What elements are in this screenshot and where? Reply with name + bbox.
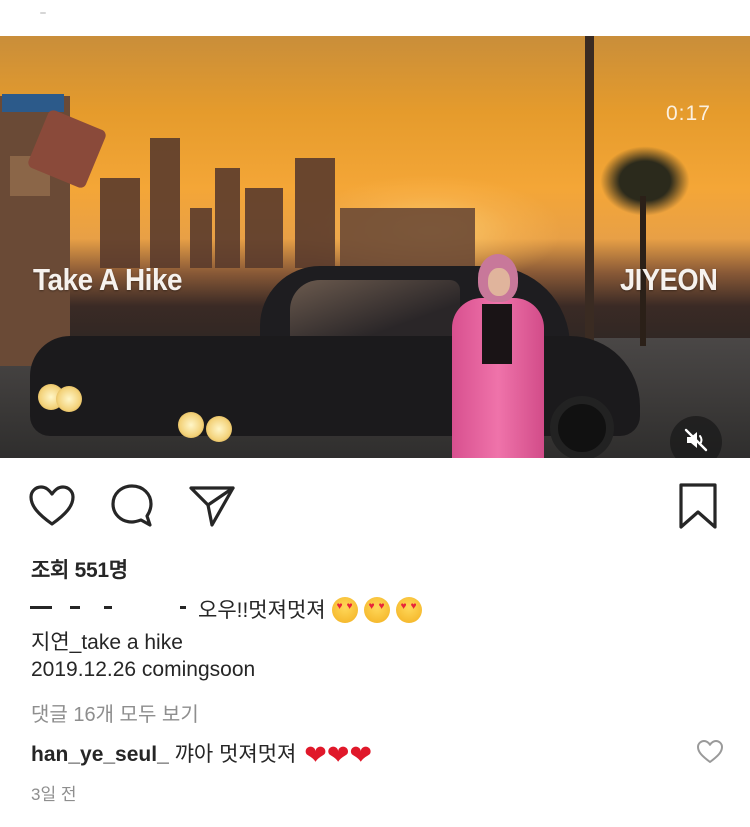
post-action-bar	[0, 478, 750, 534]
caption-line-1: 오우!!멋져멋져	[198, 599, 326, 622]
headlight	[56, 386, 82, 412]
share-button[interactable]	[188, 484, 236, 532]
skyline-building	[215, 168, 240, 268]
caption-line-2: 지연_take a hike	[31, 631, 183, 654]
face	[488, 268, 510, 296]
video-overlay-title: Take A Hike	[33, 262, 183, 297]
heart-eyes-emoji-icon	[331, 597, 358, 623]
caption-line-3: 2019.12.26 comingsoon	[31, 658, 256, 681]
save-button[interactable]	[674, 482, 722, 535]
top-status-area	[0, 0, 750, 36]
comment-like-button[interactable]	[696, 739, 724, 770]
skyline-building	[245, 188, 283, 268]
post-timestamp: 3일 전	[31, 785, 77, 804]
headlight	[206, 416, 232, 442]
comment-hearts: ❤❤❤	[304, 740, 373, 770]
comment-bubble-icon	[109, 483, 155, 534]
caption-username-clipped	[30, 594, 198, 616]
comment-username[interactable]: han_ye_seul_	[31, 743, 169, 766]
skyline-building	[100, 178, 140, 268]
video-timer: 0:17	[666, 102, 711, 125]
car-window	[290, 280, 460, 340]
comment-text: 꺄아 멋져멋져	[174, 743, 297, 766]
heart-eyes-emoji-icon	[363, 597, 390, 623]
speaker-muted-icon	[683, 427, 709, 458]
heart-eyes-emoji-icon	[395, 597, 422, 623]
comment-row: han_ye_seul_ 꺄아 멋져멋져 ❤❤❤	[31, 738, 372, 771]
like-button[interactable]	[28, 484, 76, 532]
heart-outline-small-icon	[696, 739, 724, 770]
street-sign	[2, 94, 64, 112]
view-all-comments-link[interactable]: 댓글 16개 모두 보기	[31, 698, 199, 727]
bookmark-icon	[677, 482, 719, 535]
heart-outline-icon	[28, 484, 76, 533]
skyline-building	[295, 158, 335, 268]
caption-text: 오우!!멋져멋져	[198, 594, 422, 624]
skyline-building	[190, 208, 212, 268]
skyline-building	[150, 138, 180, 268]
video-player[interactable]: Take A Hike JIYEON 0:17	[0, 36, 750, 458]
black-dress	[482, 304, 512, 364]
comment-button[interactable]	[108, 483, 156, 534]
wheel	[550, 396, 614, 458]
person	[450, 254, 544, 458]
headlight	[178, 412, 204, 438]
car-body	[30, 336, 640, 436]
video-overlay-artist: JIYEON	[620, 262, 718, 297]
scroll-clip-edge	[28, 552, 54, 561]
paper-plane-icon	[188, 483, 236, 534]
status-dot	[40, 12, 46, 14]
